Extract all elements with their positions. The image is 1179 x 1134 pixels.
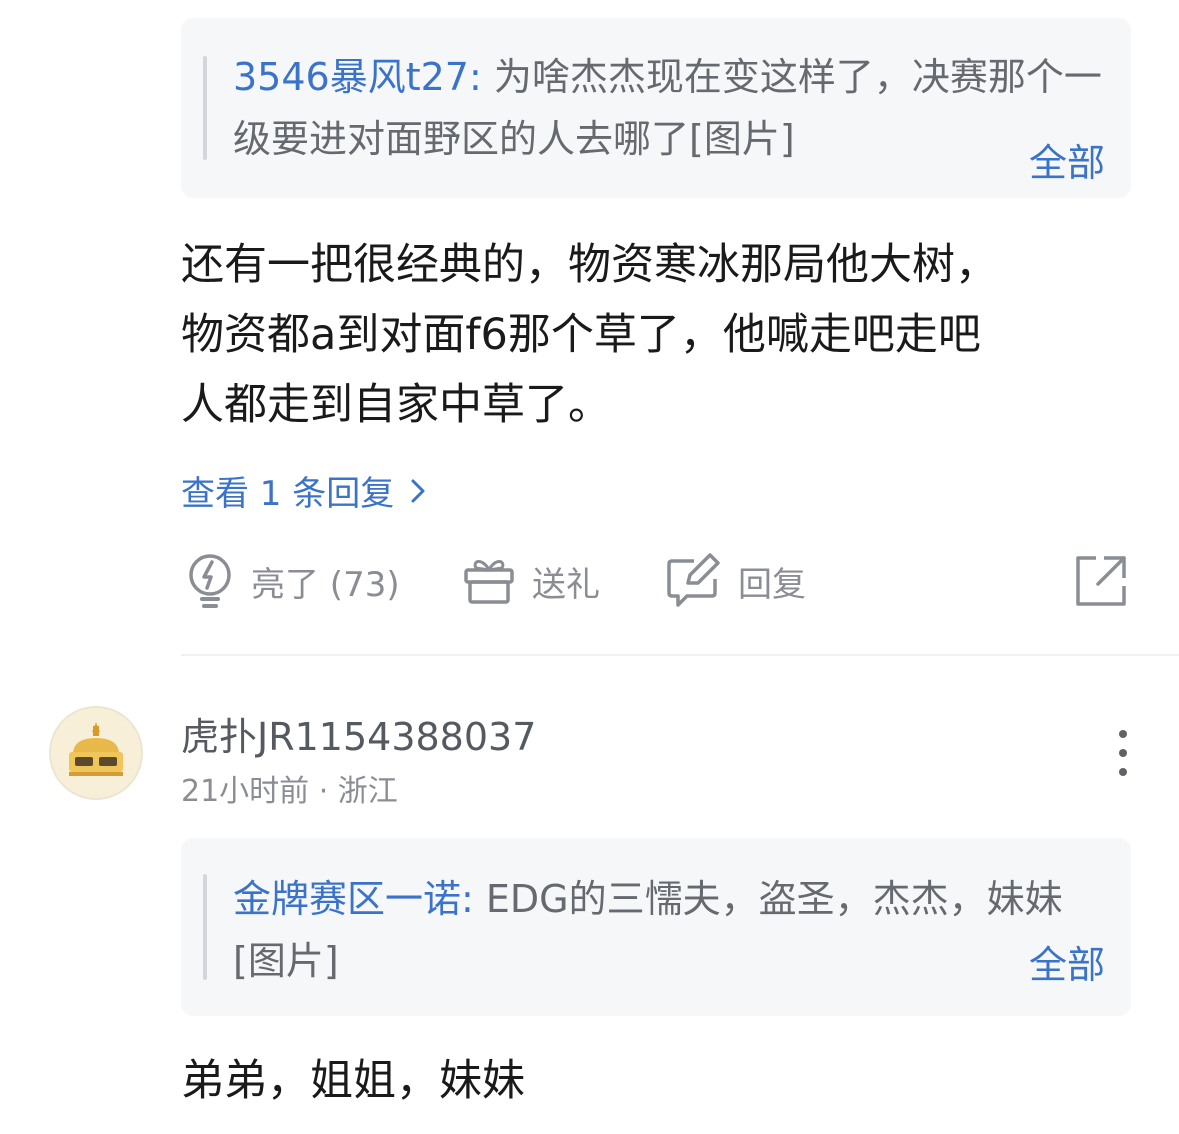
gift-icon bbox=[464, 560, 514, 604]
quote-author[interactable]: 3546暴风t27: bbox=[233, 55, 482, 99]
quote-expand-link[interactable]: 全部 bbox=[1029, 132, 1105, 187]
lightbulb-icon bbox=[189, 554, 231, 608]
edit-reply-icon bbox=[667, 553, 720, 607]
username[interactable]: 虎扑JR1154388037 bbox=[181, 706, 536, 761]
avatar-image bbox=[69, 722, 123, 776]
quoted-comment-2[interactable]: 金牌赛区一诺: EDG的三懦夫，盗圣，杰杰，妹妹[图片] 全部 bbox=[181, 838, 1131, 1016]
more-options-icon[interactable] bbox=[1108, 728, 1138, 778]
view-replies-label: 查看 1 条回复 bbox=[181, 474, 395, 514]
comment-body: 还有一把很经典的，物资寒冰那局他大树， 物资都a到对面f6那个草了，他喊走吧走吧… bbox=[181, 230, 1111, 440]
quoted-comment-1[interactable]: 3546暴风t27: 为啥杰杰现在变这样了，决赛那个一级要进对面野区的人去哪了[… bbox=[181, 18, 1131, 198]
comment-divider bbox=[181, 654, 1179, 656]
comment-line: 人都走到自家中草了。 bbox=[181, 380, 611, 430]
like-count-label: 亮了 (73) bbox=[251, 564, 400, 605]
reply-button[interactable]: 回复 bbox=[666, 548, 806, 614]
share-icon bbox=[1076, 556, 1126, 606]
like-button[interactable]: 亮了 (73) bbox=[185, 548, 400, 614]
quote-bar bbox=[203, 874, 207, 980]
gift-label: 送礼 bbox=[532, 564, 600, 605]
post-meta: 21小时前 · 浙江 bbox=[181, 774, 398, 809]
avatar[interactable] bbox=[49, 706, 143, 800]
chevron-right-icon bbox=[411, 479, 425, 502]
reply-label: 回复 bbox=[738, 564, 806, 605]
quote-text: 3546暴风t27: 为啥杰杰现在变这样了，决赛那个一级要进对面野区的人去哪了[… bbox=[233, 46, 1103, 170]
quote-expand-link[interactable]: 全部 bbox=[1029, 934, 1105, 989]
comment-line: 物资都a到对面f6那个草了，他喊走吧走吧 bbox=[181, 310, 981, 360]
quote-author[interactable]: 金牌赛区一诺: bbox=[233, 877, 474, 921]
quote-text: 金牌赛区一诺: EDG的三懦夫，盗圣，杰杰，妹妹[图片] bbox=[233, 868, 1103, 992]
comment-line: 弟弟，姐姐，妹妹 bbox=[181, 1056, 525, 1106]
comment-body: 弟弟，姐姐，妹妹 bbox=[181, 1046, 1111, 1116]
quote-bar bbox=[203, 56, 207, 160]
gift-button[interactable]: 送礼 bbox=[462, 548, 600, 614]
comment-line: 还有一把很经典的，物资寒冰那局他大树， bbox=[181, 240, 998, 290]
view-replies-link[interactable]: 查看 1 条回复 bbox=[181, 466, 430, 515]
share-button[interactable] bbox=[1074, 548, 1128, 614]
